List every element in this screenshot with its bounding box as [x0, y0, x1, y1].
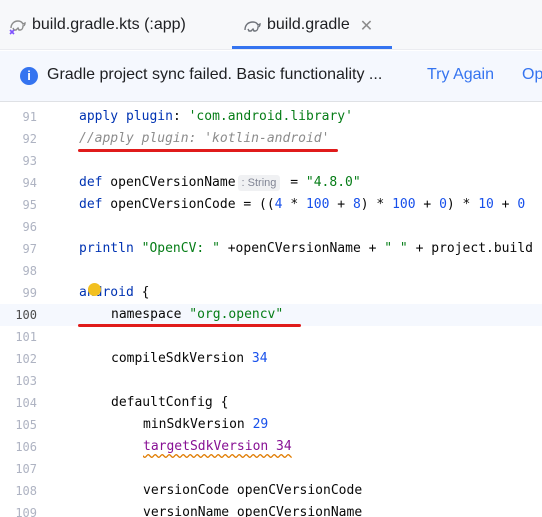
code-line[interactable]: 94 def openCVersionName: String = "4.8.0… [0, 172, 542, 194]
line-number: 98 [22, 264, 37, 278]
code-text: println "OpenCV: " +openCVersionName + "… [79, 241, 533, 256]
line-number: 95 [22, 198, 37, 212]
line-number: 96 [22, 220, 37, 234]
active-tab-indicator [232, 46, 392, 49]
line-number: 103 [15, 374, 37, 388]
line-number: 92 [22, 132, 37, 146]
code-line[interactable]: 98 [0, 260, 542, 282]
code-comment: //apply plugin: 'kotlin-android' [79, 131, 330, 146]
line-number: 100 [15, 308, 37, 322]
line-number: 101 [15, 330, 37, 344]
line-number: 104 [15, 396, 37, 410]
sync-failed-banner: i Gradle project sync failed. Basic func… [0, 51, 542, 102]
code-line[interactable]: 104 defaultConfig { [0, 392, 542, 414]
code-text: def openCVersionName: String = "4.8.0" [79, 174, 361, 191]
gradle-icon [244, 21, 261, 32]
code-line[interactable]: 108 versionCode openCVersionCode [0, 480, 542, 502]
code-line[interactable]: 95 def openCVersionCode = ((4 * 100 + 8)… [0, 194, 542, 216]
line-number: 102 [15, 352, 37, 366]
code-line-current[interactable]: 100 namespace "org.opencv" [0, 304, 542, 326]
editor-tab-bar: build.gradle.kts (:app) build.gradle ✕ [0, 0, 542, 50]
gradle-kts-icon [9, 20, 26, 35]
line-number: 94 [22, 176, 37, 190]
line-number: 107 [15, 462, 37, 476]
code-line[interactable]: 92 //apply plugin: 'kotlin-android' [0, 128, 542, 150]
code-line[interactable]: 93 [0, 150, 542, 172]
open-link[interactable]: Op [522, 66, 542, 84]
code-line[interactable]: 91 apply plugin: 'com.android.library' [0, 106, 542, 128]
line-number: 106 [15, 440, 37, 454]
line-number: 97 [22, 242, 37, 256]
line-number: 108 [15, 484, 37, 498]
code-text: namespace "org.opencv" [111, 307, 284, 322]
close-icon[interactable]: ✕ [360, 16, 373, 35]
banner-message: Gradle project sync failed. Basic functi… [47, 66, 383, 83]
tab-build-gradle-kts-app[interactable]: build.gradle.kts (:app) [8, 0, 186, 50]
code-text: compileSdkVersion 34 [111, 351, 268, 366]
code-text-warning: targetSdkVersion 34 [143, 439, 292, 454]
red-annotation-underline [78, 149, 338, 152]
tab-label: build.gradle.kts (:app) [32, 16, 186, 33]
code-line[interactable]: 101 [0, 326, 542, 348]
line-number: 99 [22, 286, 37, 300]
red-annotation-underline [78, 324, 301, 327]
code-text: versionCode openCVersionCode [143, 483, 363, 498]
code-line[interactable]: 107 [0, 458, 542, 480]
code-line[interactable]: 105 minSdkVersion 29 [0, 414, 542, 436]
line-number: 105 [15, 418, 37, 432]
code-line[interactable]: 109 versionName openCVersionName [0, 502, 542, 517]
code-text: def openCVersionCode = ((4 * 100 + 8) * … [79, 197, 526, 212]
line-number: 93 [22, 154, 37, 168]
line-number: 91 [22, 110, 37, 124]
info-icon: i [20, 67, 38, 85]
code-line[interactable]: 96 [0, 216, 542, 238]
tab-build-gradle[interactable]: build.gradle ✕ [243, 0, 373, 50]
lightbulb-icon[interactable] [88, 283, 101, 296]
code-text: apply plugin: 'com.android.library' [79, 109, 353, 124]
code-editor[interactable]: 91 apply plugin: 'com.android.library' 9… [0, 103, 542, 517]
try-again-link[interactable]: Try Again [427, 66, 494, 84]
code-line[interactable]: 99 android { [0, 282, 542, 304]
code-text: minSdkVersion 29 [143, 417, 269, 432]
code-text: defaultConfig { [111, 395, 229, 410]
code-line[interactable]: 106 targetSdkVersion 34 [0, 436, 542, 458]
code-line[interactable]: 103 [0, 370, 542, 392]
tab-label: build.gradle [267, 16, 350, 33]
type-inlay-hint: : String [237, 174, 281, 191]
code-line[interactable]: 102 compileSdkVersion 34 [0, 348, 542, 370]
line-number: 109 [15, 506, 37, 517]
code-line[interactable]: 97 println "OpenCV: " +openCVersionName … [0, 238, 542, 260]
code-text: versionName openCVersionName [143, 505, 363, 517]
